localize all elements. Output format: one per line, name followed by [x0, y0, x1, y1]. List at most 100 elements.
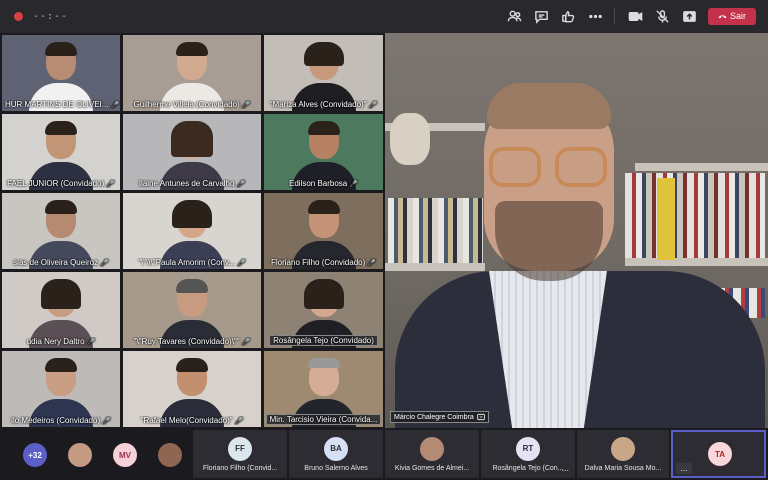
participant-avatar-mv[interactable]: MV [113, 443, 137, 467]
overflow-count: +32 [28, 450, 42, 460]
toolbar-divider [614, 8, 615, 24]
participant-tile[interactable]: BA Bruno Salerno Alves [289, 430, 383, 478]
avatar [420, 436, 444, 461]
participant-hair [45, 41, 77, 56]
participant-tile[interactable]: RT Rosângela Tejo (Con... ... [481, 430, 575, 478]
camera-button[interactable] [622, 5, 648, 27]
avatar-initials: FF [235, 444, 245, 453]
participant-name: Ilaine Antunes de Carvalho [138, 179, 235, 188]
active-speaker-video[interactable]: Márcio Chalegre Coimbra [385, 33, 768, 428]
participant-name-label: Floriano Filho (Convidado) 🎤 [264, 258, 383, 267]
participant-hair [45, 120, 77, 135]
participant-name-label: HUR MARTINS DE OLIVEI... 🎤 [2, 100, 120, 109]
participant-video-tile[interactable]: sias de Oliveira Queiroz 🎤 [2, 193, 120, 269]
avatar-initials: MV [119, 450, 131, 460]
participant-video-tile[interactable]: ilo Medeiros (Convidado) 🎤 [2, 351, 120, 427]
participants-button[interactable] [501, 5, 527, 27]
participant-hair [307, 199, 340, 214]
speaker-name-label: Márcio Chalegre Coimbra [390, 411, 489, 423]
participant-tile[interactable]: FF Floriano Filho (Convid... [193, 430, 287, 478]
participant-avatar[interactable] [68, 443, 92, 467]
leave-button[interactable]: Sair [708, 7, 756, 25]
overflow-participants-button[interactable]: +32 [23, 443, 47, 467]
mic-icon: 🎤 [110, 102, 120, 109]
participant-name-label: "\"\\\"Paula Amorim (Conv... 🎤 [123, 258, 261, 267]
chat-button[interactable] [528, 5, 554, 27]
leave-label: Sair [729, 11, 746, 21]
participant-tile[interactable]: Kivia Gomes de Almei... [385, 430, 479, 478]
participant-avatar[interactable] [158, 443, 182, 467]
participant-name: "\"Ruy Tavares (Convidado)\"" [133, 337, 240, 346]
more-icon [588, 14, 602, 18]
participant-name: udia Nery Daltro [26, 337, 85, 346]
participant-video-tile[interactable]: udia Nery Daltro 🎤 [2, 272, 120, 348]
participant-tile-name: Floriano Filho (Convid... [202, 464, 278, 472]
bookshelf-board [385, 263, 485, 271]
participant-name: FAEL JUNIOR (Convidado) [7, 179, 105, 188]
participant-name-label: FAEL JUNIOR (Convidado) 🎤 [2, 179, 120, 188]
books-right [625, 173, 765, 258]
more-label: ... [680, 464, 688, 473]
mic-icon: 🎤 [349, 181, 358, 188]
participant-video-tile[interactable]: Min. Tarcisio Vieira (Convida... [264, 351, 383, 427]
participant-tile[interactable]: Dalva Maria Sousa Mo... [577, 430, 669, 478]
participant-video-tile[interactable]: Guilherme Villela (Convidado) 🎤 [123, 35, 261, 111]
share-icon [682, 10, 696, 22]
mute-button[interactable] [649, 5, 675, 27]
meeting-controls: Sair [500, 5, 756, 27]
share-screen-button[interactable] [676, 5, 702, 27]
participant-hair [171, 120, 213, 157]
mic-icon: 🎤 [237, 260, 246, 267]
mic-icon: 🎤 [102, 418, 111, 425]
participant-hair [176, 357, 208, 372]
participant-tile-name: Dalva Maria Sousa Mo... [584, 464, 662, 472]
participant-video-tile[interactable]: "\"\\\"Paula Amorim (Conv... 🎤 [123, 193, 261, 269]
participant-hair [307, 357, 340, 368]
speaker-hair [487, 83, 611, 129]
participant-video-tile[interactable]: Floriano Filho (Convidado) 🎤 [264, 193, 383, 269]
books-left [388, 198, 483, 263]
tile-more-options[interactable]: ... [561, 463, 569, 473]
participant-name: Min. Tarcisio Vieira (Convida... [269, 415, 378, 424]
participant-name: Floriano Filho (Convidado) [271, 258, 366, 267]
participant-video-tile[interactable]: "Rafael Melo(Convidado)" 🎤 [123, 351, 261, 427]
participant-name: "Rafael Melo(Convidado)" [140, 416, 233, 425]
more-participants-button[interactable]: ... [676, 463, 692, 474]
participant-name-label: sias de Oliveira Queiroz 🎤 [2, 258, 120, 267]
mic-icon: 🎤 [241, 102, 251, 109]
bookshelf-board [635, 163, 768, 171]
more-actions-button[interactable] [582, 5, 608, 27]
recording-indicator-icon [14, 12, 23, 21]
mic-icon: 🎤 [100, 260, 109, 267]
participant-name: Guilherme Villela (Convidado) [133, 100, 240, 109]
participant-hair [303, 41, 344, 66]
participant-video-tile[interactable]: Ilaine Antunes de Carvalho 🎤 [123, 114, 261, 190]
participant-video-tile[interactable]: HUR MARTINS DE OLIVEI... 🎤 [2, 35, 120, 111]
mic-icon: 🎤 [234, 418, 244, 425]
reactions-button[interactable] [555, 5, 581, 27]
participants-icon [507, 10, 521, 21]
participant-name: Edilson Barbosa [289, 179, 348, 188]
mic-icon: 🎤 [368, 102, 378, 109]
participant-hair [307, 120, 340, 135]
participant-video-tile[interactable]: FAEL JUNIOR (Convidado) 🎤 [2, 114, 120, 190]
participant-hair [176, 278, 208, 293]
statue-decoration [390, 113, 430, 165]
avatar: FF [228, 436, 252, 461]
chat-icon [534, 10, 548, 24]
mic-off-icon [655, 9, 669, 23]
participant-name-label: "Rafael Melo(Convidado)" 🎤 [123, 416, 261, 425]
participant-video-tile[interactable]: Rosângela Tejo (Convidado) [264, 272, 383, 348]
avatar: RT [516, 436, 540, 461]
speaker-glasses-right [555, 147, 607, 187]
participant-video-tile[interactable]: "\"Ruy Tavares (Convidado)\"" 🎤 [123, 272, 261, 348]
participant-video-tile[interactable]: Edilson Barbosa 🎤 [264, 114, 383, 190]
participant-hair [176, 41, 208, 56]
participant-hair [45, 357, 77, 372]
participant-video-tile[interactable]: "Mariza Alves (Convidado)" 🎤 [264, 35, 383, 111]
mic-icon: 🎤 [241, 339, 251, 346]
participant-name: HUR MARTINS DE OLIVEI... [5, 100, 109, 109]
participant-name-label: Ilaine Antunes de Carvalho 🎤 [123, 179, 261, 188]
participant-gallery: HUR MARTINS DE OLIVEI... 🎤 Guilherme Vill… [0, 33, 385, 428]
bookshelf-board [625, 258, 768, 266]
